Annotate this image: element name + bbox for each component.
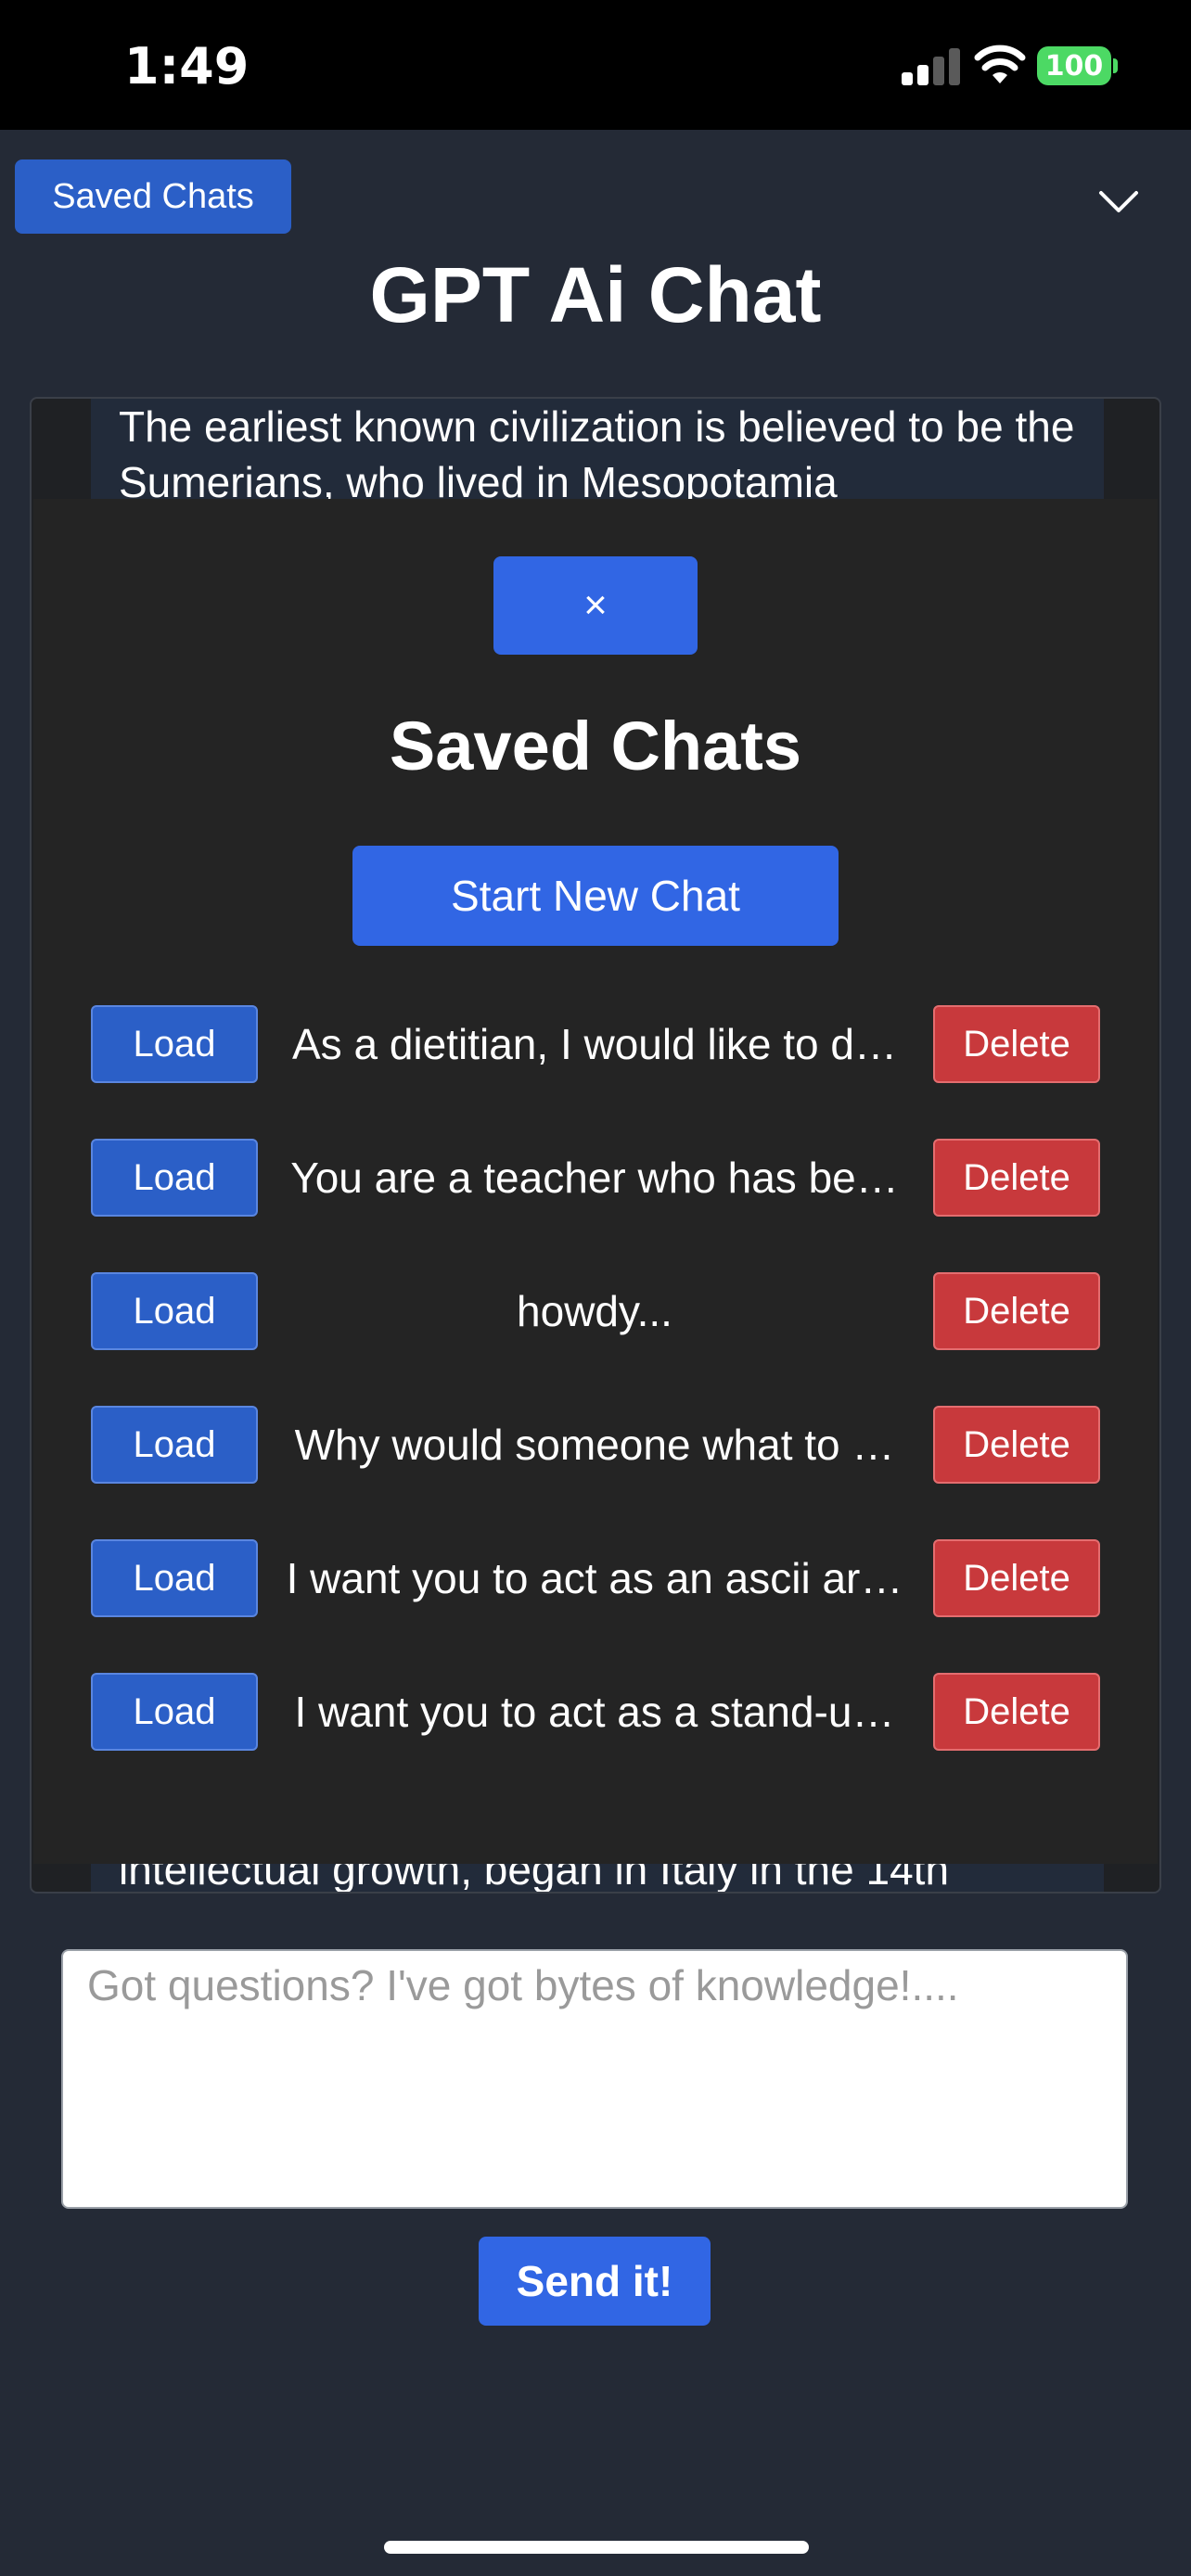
- saved-chat-title-text: I want you to act as an ascii ar…: [286, 1554, 903, 1602]
- close-button[interactable]: ×: [493, 556, 698, 655]
- chevron-down-icon[interactable]: [1098, 189, 1139, 215]
- load-button[interactable]: Load: [91, 1005, 258, 1083]
- saved-chat-row: Load As a dietitian, I would like to d… …: [91, 1005, 1100, 1083]
- saved-chat-row: Load You are a teacher who has be… Delet…: [91, 1139, 1100, 1217]
- saved-chat-title[interactable]: I want you to act as a stand-u…: [269, 1673, 920, 1751]
- delete-button[interactable]: Delete: [933, 1005, 1100, 1083]
- load-button[interactable]: Load: [91, 1673, 258, 1751]
- status-bar: 1:49 100: [0, 0, 1191, 130]
- question-input[interactable]: [61, 1949, 1128, 2209]
- start-new-chat-button[interactable]: Start New Chat: [352, 846, 839, 946]
- saved-chat-row: Load I want you to act as a stand-u… Del…: [91, 1673, 1100, 1751]
- saved-chat-title[interactable]: howdy...: [269, 1272, 920, 1350]
- send-button[interactable]: Send it!: [479, 2237, 711, 2326]
- saved-chat-title[interactable]: Why would someone what to …: [269, 1406, 920, 1484]
- battery-cap: [1113, 58, 1118, 73]
- saved-chats-button[interactable]: Saved Chats: [15, 159, 291, 234]
- modal-title: Saved Chats: [389, 708, 802, 784]
- delete-button[interactable]: Delete: [933, 1539, 1100, 1617]
- battery-indicator: 100: [1037, 46, 1111, 85]
- saved-chat-title-text: I want you to act as a stand-u…: [294, 1688, 895, 1736]
- delete-button[interactable]: Delete: [933, 1673, 1100, 1751]
- delete-button[interactable]: Delete: [933, 1272, 1100, 1350]
- saved-chat-row: Load howdy... Delete: [91, 1272, 1100, 1350]
- home-indicator: [384, 2541, 809, 2554]
- status-time: 1:49: [124, 37, 250, 96]
- saved-chats-modal: × Saved Chats Start New Chat Load As a d…: [33, 499, 1158, 1864]
- load-button[interactable]: Load: [91, 1139, 258, 1217]
- load-button[interactable]: Load: [91, 1406, 258, 1484]
- delete-button[interactable]: Delete: [933, 1406, 1100, 1484]
- saved-chat-title-text: You are a teacher who has be…: [290, 1154, 899, 1202]
- saved-chat-title[interactable]: As a dietitian, I would like to d…: [269, 1005, 920, 1083]
- page-title: GPT Ai Chat: [369, 251, 822, 338]
- wifi-icon: [974, 45, 1026, 83]
- saved-chat-row: Load Why would someone what to … Delete: [91, 1406, 1100, 1484]
- chat-message: The earliest known civilization is belie…: [91, 399, 1104, 506]
- cellular-signal-icon: [902, 48, 960, 85]
- load-button[interactable]: Load: [91, 1272, 258, 1350]
- delete-button[interactable]: Delete: [933, 1139, 1100, 1217]
- saved-chat-title[interactable]: You are a teacher who has be…: [269, 1139, 920, 1217]
- saved-chat-title-text: As a dietitian, I would like to d…: [292, 1020, 897, 1068]
- saved-chat-row: Load I want you to act as an ascii ar… D…: [91, 1539, 1100, 1617]
- load-button[interactable]: Load: [91, 1539, 258, 1617]
- saved-chat-title-text: howdy...: [517, 1287, 672, 1335]
- saved-chat-title-text: Why would someone what to …: [294, 1421, 895, 1469]
- saved-chat-title[interactable]: I want you to act as an ascii ar…: [269, 1539, 920, 1617]
